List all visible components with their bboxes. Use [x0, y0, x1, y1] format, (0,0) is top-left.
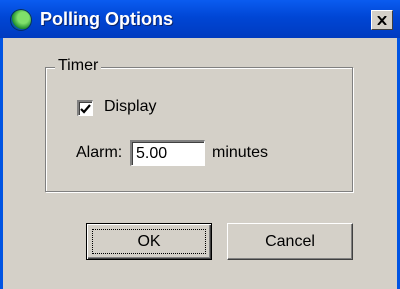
- alarm-units-label: minutes: [212, 144, 269, 161]
- window-title: Polling Options: [40, 9, 173, 29]
- ok-button[interactable]: OK: [86, 223, 212, 260]
- timer-group-legend: Timer: [55, 57, 102, 75]
- close-button[interactable]: [371, 10, 393, 30]
- close-icon: [377, 15, 387, 25]
- alarm-input[interactable]: [130, 140, 205, 166]
- timer-group: [45, 67, 353, 192]
- dialog-body: Timer Display Alarm: minutes OK Cancel: [3, 38, 397, 289]
- globe-icon: [10, 9, 32, 31]
- alarm-label: Alarm:: [76, 144, 123, 161]
- focus-rectangle: [92, 229, 206, 254]
- checkmark-icon: [80, 103, 91, 114]
- title-bar[interactable]: Polling Options: [0, 0, 400, 38]
- polling-options-dialog: Polling Options Timer Display Alarm: min…: [0, 0, 400, 289]
- display-checkbox[interactable]: [77, 100, 93, 116]
- cancel-button[interactable]: Cancel: [227, 223, 353, 260]
- cancel-button-label: Cancel: [265, 232, 315, 250]
- display-checkbox-label[interactable]: Display: [104, 98, 156, 116]
